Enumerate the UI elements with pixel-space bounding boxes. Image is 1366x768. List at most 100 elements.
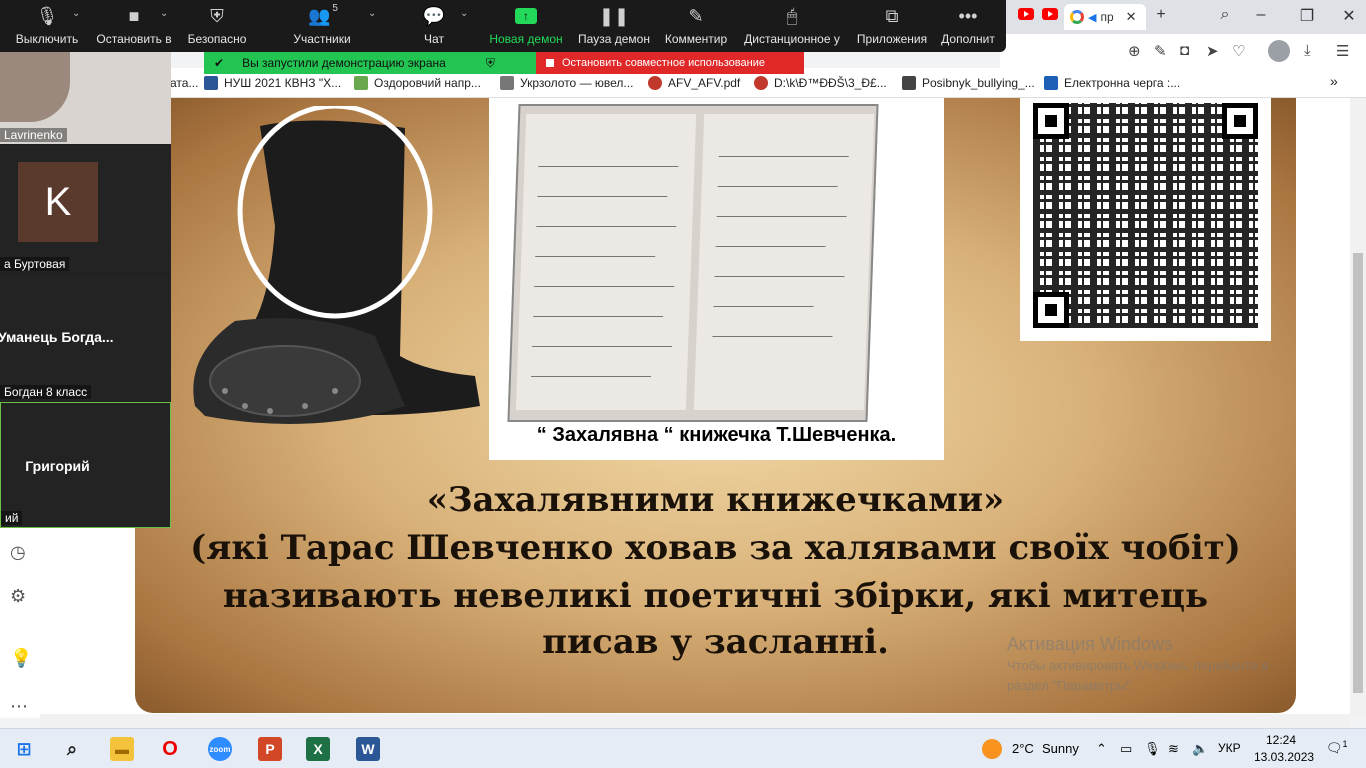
file-explorer-icon[interactable]: ▬ — [110, 737, 134, 761]
excel-icon[interactable]: X — [306, 737, 330, 761]
scrollbar-thumb[interactable] — [1353, 253, 1363, 693]
new-tab-icon[interactable]: + — [1146, 6, 1176, 24]
participant-video — [0, 52, 70, 122]
bookmark-item[interactable]: НУШ 2021 КВНЗ "Х... — [204, 76, 341, 90]
participant-count: 5 — [332, 2, 338, 14]
zoom-participants-panel: Lavrinenko K а Буртовая Уманець Богда...… — [0, 52, 171, 528]
activation-watermark-title: Активация Windows — [1007, 634, 1173, 654]
participant-name: Богдан 8 класс — [0, 385, 92, 399]
lightbulb-icon[interactable]: 💡 — [10, 648, 32, 669]
close-window-icon[interactable]: ✕ — [1334, 6, 1364, 26]
slide-text-line: (які Тарас Шевченко ховав за халявами св… — [190, 528, 1241, 568]
page-icon — [204, 76, 218, 90]
chevron-down-icon[interactable]: ⌄ — [460, 8, 468, 19]
youtube-tab-icon[interactable] — [1042, 8, 1058, 20]
pause-share-button[interactable]: ❚❚ Пауза демон — [576, 0, 652, 52]
screenshot-icon[interactable]: ◘ — [1180, 42, 1189, 59]
speaker-icon: ◀ — [1088, 11, 1097, 24]
tab-title: пр — [1100, 10, 1114, 24]
apps-button[interactable]: ⧉ Приложения — [854, 0, 930, 52]
participant-name: ий — [1, 511, 23, 525]
more-icon[interactable]: ⋯ — [10, 696, 28, 717]
close-tab-icon[interactable]: ✕ — [1126, 9, 1137, 25]
menu-icon[interactable]: ☰ — [1336, 42, 1349, 60]
microphone-icon[interactable]: 🎙 — [1144, 741, 1161, 757]
bookmark-item[interactable]: ата... — [170, 76, 198, 90]
slide-heading: «Захалявними книжечками» — [426, 480, 1005, 520]
bookmark-item[interactable]: D:\k\Ð™ÐÐŠ\3_Ð£... — [754, 76, 887, 90]
remote-control-button[interactable]: 🖱 Дистанционное у — [742, 0, 842, 52]
search-icon[interactable]: ⌕ — [60, 737, 84, 761]
bookmark-item[interactable]: AFV_AFV.pdf — [648, 76, 740, 90]
send-icon[interactable]: ➤ — [1206, 42, 1219, 60]
clock-date[interactable]: 13.03.2023 — [1254, 750, 1314, 764]
page-icon — [354, 76, 368, 90]
gear-icon[interactable]: ⚙ — [10, 586, 26, 607]
weather-icon[interactable] — [982, 739, 1002, 759]
more-button[interactable]: ••• Дополнит — [938, 0, 998, 52]
mute-button[interactable]: 🎙 Выключить ⌄ — [12, 0, 82, 52]
clock-icon[interactable]: ◷ — [10, 542, 26, 563]
bookmark-item[interactable]: Електронна черга :... — [1044, 76, 1180, 90]
language-indicator[interactable]: УКР — [1218, 741, 1241, 755]
battery-icon[interactable]: ▭ — [1120, 741, 1132, 757]
heart-icon[interactable]: ♡ — [1232, 42, 1245, 60]
pdf-icon — [754, 76, 768, 90]
speaker-icon[interactable]: 🔈 — [1192, 741, 1208, 757]
share-screen-icon: ↑ — [515, 8, 537, 24]
stop-video-button[interactable]: ■ Остановить в ⌄ — [94, 0, 174, 52]
opera-icon[interactable]: O — [158, 737, 182, 761]
chevron-up-icon[interactable]: ⌃ — [1096, 741, 1107, 757]
chat-button[interactable]: 💬 Чат ⌄ — [414, 0, 469, 52]
pdf-icon — [648, 76, 662, 90]
bookmark-item[interactable]: Оздоровчий напр... — [354, 76, 481, 90]
book-photo-frame: “ Захалявна “ книжечка Т.Шевченка. — [489, 98, 944, 460]
weather-text[interactable]: Sunny — [1042, 741, 1079, 756]
participant-tile-active[interactable]: Григорий ий — [0, 402, 171, 528]
chevron-down-icon[interactable]: ⌄ — [72, 8, 80, 19]
windows-start-icon[interactable]: ⊞ — [12, 737, 36, 761]
stop-icon — [546, 59, 554, 67]
participant-tile[interactable]: Уманець Богда... Богдан 8 класс — [0, 274, 171, 401]
browser-toolbar: ⊕ ✎ ◘ ➤ ♡ ⤓ ☰ — [1000, 34, 1366, 68]
participant-tile[interactable]: K а Буртовая — [0, 145, 171, 273]
wifi-icon[interactable]: ≋ — [1168, 741, 1179, 757]
google-icon — [1070, 10, 1084, 24]
horizontal-scrollbar[interactable] — [40, 714, 1350, 728]
zoom-app-icon[interactable]: zoom — [208, 737, 232, 761]
powerpoint-icon[interactable]: P — [258, 737, 282, 761]
weather-temperature[interactable]: 2°C — [1012, 741, 1034, 756]
chevron-down-icon[interactable]: ⌄ — [160, 8, 168, 19]
new-share-button[interactable]: ↑ Новая демон — [488, 0, 564, 52]
word-icon[interactable]: W — [356, 737, 380, 761]
zoom-lens-icon[interactable]: ⊕ — [1128, 42, 1141, 60]
participant-tile[interactable]: Lavrinenko — [0, 52, 171, 144]
bookmark-item[interactable]: Укрзолото — ювел... — [500, 76, 633, 90]
pin-icon: ✔ — [214, 56, 225, 70]
apps-icon: ⧉ — [885, 5, 899, 26]
book-caption: “ Захалявна “ книжечка Т.Шевченка. — [536, 424, 897, 446]
shield-check-icon: ⛨ — [485, 55, 495, 70]
edit-icon[interactable]: ✎ — [1154, 42, 1167, 60]
notification-count: 1 — [1342, 739, 1348, 749]
participants-button[interactable]: 👥 5 Участники ⌄ — [286, 0, 376, 52]
profile-avatar[interactable] — [1268, 40, 1290, 62]
annotate-button[interactable]: ✎ Комментир — [662, 0, 730, 52]
clock-time[interactable]: 12:24 — [1266, 733, 1296, 747]
pen-icon: ✎ — [688, 5, 704, 26]
minimize-icon[interactable]: – — [1246, 6, 1276, 24]
youtube-tab-icon[interactable] — [1018, 8, 1034, 20]
notifications-icon[interactable]: 🗨1 — [1326, 739, 1348, 756]
security-button[interactable]: ⛨ Безопасно — [182, 0, 252, 52]
vertical-scrollbar[interactable] — [1350, 98, 1366, 718]
more-bookmarks-button[interactable]: » — [1330, 73, 1338, 89]
restore-icon[interactable]: ❐ — [1292, 6, 1322, 26]
participant-display-name: Григорий — [25, 458, 90, 474]
participant-name: Lavrinenko — [0, 128, 67, 142]
download-icon[interactable]: ⤓ — [1304, 42, 1311, 59]
search-tabs-icon[interactable]: ⌕ — [1210, 6, 1240, 24]
active-tab[interactable]: ◀ пр ✕ — [1064, 4, 1146, 30]
chevron-down-icon[interactable]: ⌄ — [368, 8, 376, 19]
stop-share-button[interactable]: Остановить совместное использование — [536, 52, 804, 74]
bookmark-item[interactable]: Posibnyk_bullying_... — [902, 76, 1035, 90]
